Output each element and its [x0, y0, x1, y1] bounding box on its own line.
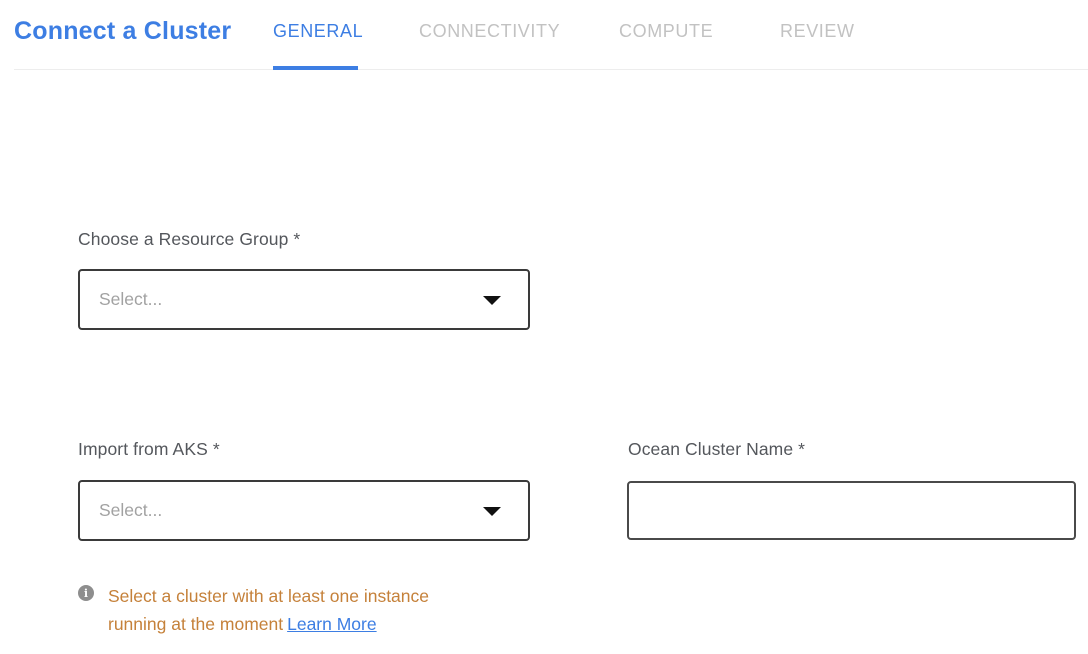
ocean-cluster-name-input[interactable]	[627, 481, 1076, 540]
import-aks-select[interactable]: Select...	[78, 480, 530, 541]
resource-group-select[interactable]: Select...	[78, 269, 530, 330]
info-note: i Select a cluster with at least one ins…	[78, 582, 478, 638]
resource-group-placeholder: Select...	[80, 289, 162, 310]
tab-connectivity[interactable]: CONNECTIVITY	[419, 21, 560, 42]
import-aks-label: Import from AKS *	[78, 439, 220, 460]
ocean-cluster-name-label: Ocean Cluster Name *	[628, 439, 805, 460]
info-icon: i	[78, 585, 94, 601]
wizard-tabs: GENERAL CONNECTIVITY COMPUTE REVIEW	[0, 0, 1088, 70]
tab-general[interactable]: GENERAL	[273, 21, 363, 42]
info-note-message: Select a cluster with at least one insta…	[108, 586, 429, 634]
import-aks-placeholder: Select...	[80, 500, 162, 521]
header-divider	[14, 69, 1088, 70]
caret-down-icon	[483, 507, 501, 516]
caret-down-icon	[483, 296, 501, 305]
learn-more-link[interactable]: Learn More	[287, 614, 377, 634]
active-tab-underline	[273, 66, 358, 70]
tab-review[interactable]: REVIEW	[780, 21, 855, 42]
resource-group-label: Choose a Resource Group *	[78, 229, 300, 250]
tab-compute[interactable]: COMPUTE	[619, 21, 713, 42]
info-note-text: Select a cluster with at least one insta…	[108, 582, 470, 638]
